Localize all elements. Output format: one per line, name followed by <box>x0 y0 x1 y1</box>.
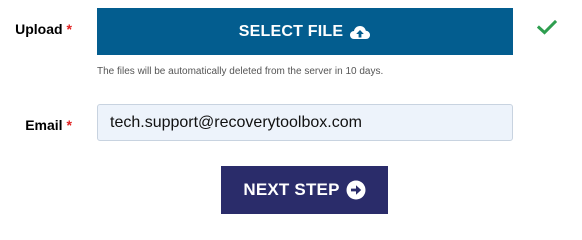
next-step-button[interactable]: NEXT STEP <box>221 166 388 214</box>
upload-label: Upload * <box>0 21 72 37</box>
email-label: Email * <box>0 117 72 133</box>
upload-hint: The files will be automatically deleted … <box>97 66 384 77</box>
email-label-text: Email <box>25 117 63 133</box>
check-icon <box>537 19 557 35</box>
select-file-button-label: SELECT FILE <box>238 22 344 40</box>
cloud-upload-icon <box>350 25 371 39</box>
arrow-right-circle-icon <box>346 180 366 200</box>
next-step-button-label: NEXT STEP <box>243 180 340 199</box>
select-file-button[interactable]: SELECT FILE <box>97 8 513 55</box>
email-field[interactable] <box>97 104 513 141</box>
required-mark: * <box>66 21 72 37</box>
required-mark: * <box>66 117 72 133</box>
upload-label-text: Upload <box>15 21 63 37</box>
